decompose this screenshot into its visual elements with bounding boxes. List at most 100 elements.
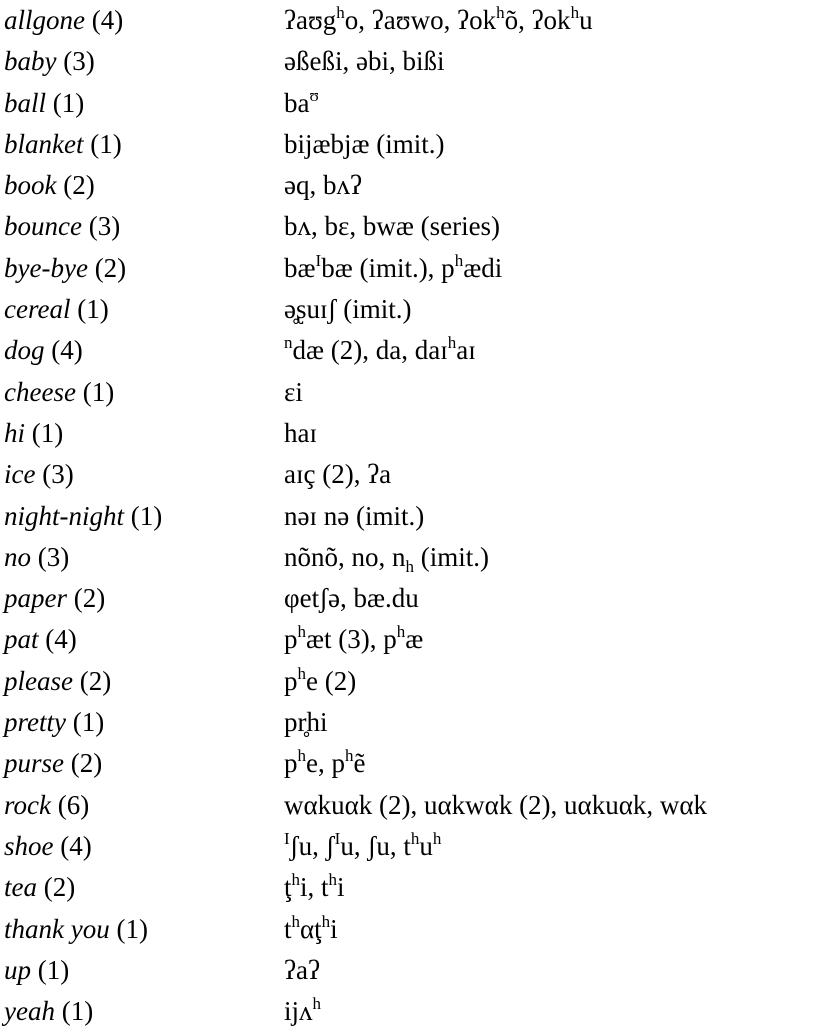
word-cell: dog (4) (4, 330, 284, 371)
token-count: (1) (130, 500, 163, 531)
token-count: (1) (82, 376, 115, 407)
target-word: blanket (4, 128, 84, 159)
superscript-diacritic: I (334, 828, 341, 848)
superscript-diacritic: h (312, 994, 322, 1014)
word-cell: please (2) (4, 661, 284, 702)
phonetic-forms: φetʃə, bæ.du (284, 578, 813, 619)
target-word: bye-bye (4, 252, 88, 283)
table-row: bounce (3) bʌ, bɛ, bwæ (series) (4, 206, 813, 247)
token-count: (1) (90, 128, 122, 159)
token-count: (1) (72, 707, 105, 738)
token-count: (1) (116, 913, 148, 944)
transcription-segment: aɪç (2), ʔa (284, 459, 392, 490)
transcription-segment: bæ (284, 252, 316, 283)
table-row: yeah (1) ijʌh (4, 991, 813, 1032)
word-cell: no (3) (4, 537, 284, 578)
transcription-segment: aɪ (456, 335, 476, 366)
target-word: pretty (4, 707, 66, 738)
phonetic-forms: ţhi, thi (284, 867, 813, 908)
phonetic-forms: ʔaʊgho, ʔaʊwo, ʔokhõ, ʔokhu (284, 0, 813, 41)
transcription-segment: (imit.) (414, 541, 489, 572)
transcription-segment: e (2) (306, 665, 357, 696)
transcription-segment: u, ʃu, t (340, 830, 411, 861)
transcription-segment: ə̥ʂuɪʃ (imit.) (284, 294, 412, 325)
target-word: up (4, 954, 31, 985)
target-word: tea (4, 872, 37, 903)
phonetic-forms: ə̥ʂuɪʃ (imit.) (284, 289, 813, 330)
transcription-segment: bijæbjæ (imit.) (284, 128, 445, 159)
token-count: (4) (51, 335, 83, 366)
word-cell: baby (3) (4, 41, 284, 82)
token-count: (1) (37, 954, 70, 985)
transcription-segment: t (284, 913, 292, 944)
token-count: (4) (60, 830, 92, 861)
table-row: paper (2) φetʃə, bæ.du (4, 578, 813, 619)
token-count: (3) (37, 541, 70, 572)
token-count: (2) (43, 872, 76, 903)
word-cell: paper (2) (4, 578, 284, 619)
superscript-diacritic: h (297, 663, 307, 683)
target-word: no (4, 541, 31, 572)
phonetic-forms: haɪ (284, 413, 813, 454)
target-word: shoe (4, 830, 54, 861)
token-count: (2) (63, 170, 95, 201)
token-count: (2) (94, 252, 127, 283)
transcription-segment: i (337, 872, 345, 903)
word-transcription-table: allgone (4) ʔaʊgho, ʔaʊwo, ʔokhõ, ʔokhu … (4, 0, 813, 1032)
transcription-segment: i, t (300, 872, 329, 903)
word-cell: ball (1) (4, 83, 284, 124)
table-row: pretty (1) pr̥hi (4, 702, 813, 743)
word-cell: bye-bye (2) (4, 248, 284, 289)
phonetic-forms: ndæ (2), da, daɪhaɪ (284, 330, 813, 371)
phonetic-forms: nəɪ nə (imit.) (284, 496, 813, 537)
target-word: purse (4, 748, 64, 779)
token-count: (4) (91, 5, 124, 35)
token-count: (2) (70, 748, 103, 779)
transcription-segment: ɛi (284, 376, 303, 407)
token-count: (1) (61, 996, 94, 1027)
transcription-segment: õ, ʔok (504, 5, 571, 35)
transcription-segment: p (284, 748, 298, 779)
transcription-segment: wαkuαk (2), uαkwαk (2), uαkuαk, wαk (284, 789, 707, 820)
word-cell: book (2) (4, 165, 284, 206)
target-word: night-night (4, 500, 124, 531)
word-cell: ice (3) (4, 454, 284, 495)
phonetic-forms: pr̥hi (284, 702, 813, 743)
table-row: hi (1) haɪ (4, 413, 813, 454)
transcription-segment: αţ (300, 913, 322, 944)
superscript-diacritic: h (496, 3, 505, 22)
word-cell: bounce (3) (4, 206, 284, 247)
transcription-segment: əßeßi, əbi, bißi (284, 46, 445, 77)
target-word: ice (4, 459, 36, 490)
transcription-segment: pr̥hi (284, 707, 328, 738)
word-cell: cereal (1) (4, 289, 284, 330)
superscript-diacritic: h (344, 746, 354, 766)
table-row: cereal (1) ə̥ʂuɪʃ (imit.) (4, 289, 813, 330)
phonetic-forms: ʔaʔ (284, 950, 813, 991)
superscript-diacritic: I (315, 250, 322, 270)
token-count: (4) (45, 624, 77, 655)
superscript-diacritic: ʊ (309, 85, 319, 105)
transcription-segment: ba (284, 87, 310, 118)
table-row: shoe (4) Iʃu, ʃIu, ʃu, thuh (4, 826, 813, 867)
table-row: ball (1) baʊ (4, 83, 813, 124)
token-count: (3) (63, 46, 95, 77)
target-word: cheese (4, 376, 76, 407)
transcription-segment: p (284, 624, 298, 655)
table-row: dog (4) ndæ (2), da, daɪhaɪ (4, 330, 813, 371)
target-word: allgone (4, 5, 85, 35)
word-cell: pretty (1) (4, 702, 284, 743)
word-cell: hi (1) (4, 413, 284, 454)
table-row: blanket (1) bijæbjæ (imit.) (4, 124, 813, 165)
word-cell: purse (2) (4, 743, 284, 784)
transcription-segment: æt (3), p (306, 624, 397, 655)
token-count: (3) (42, 459, 74, 490)
phonetic-forms: thαţhi (284, 909, 813, 950)
target-word: dog (4, 335, 45, 366)
phonetic-forms: əßeßi, əbi, bißi (284, 41, 813, 82)
table-row: please (2) phe (2) (4, 661, 813, 702)
superscript-diacritic: h (447, 333, 457, 353)
transcription-segment: u (419, 830, 433, 861)
subscript-diacritic: h (405, 556, 415, 576)
table-row: purse (2) phe, phẽ (4, 743, 813, 784)
